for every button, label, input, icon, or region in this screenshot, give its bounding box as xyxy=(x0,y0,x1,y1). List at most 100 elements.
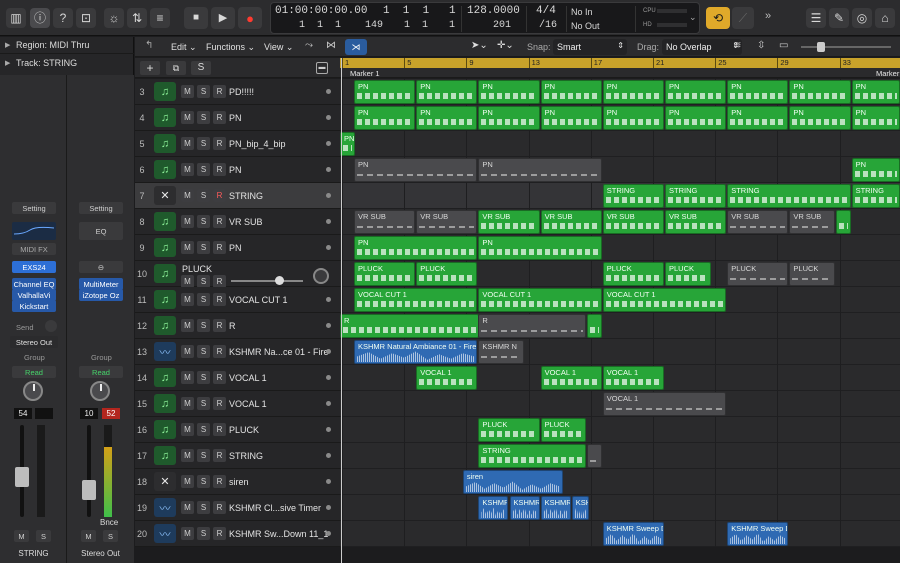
send-knob[interactable] xyxy=(45,320,57,332)
plugin-slot-3[interactable]: Kickstart xyxy=(12,300,56,312)
midi-region[interactable]: R xyxy=(340,314,479,338)
midi-region[interactable]: R xyxy=(478,314,587,338)
solo-button[interactable]: S xyxy=(103,530,118,542)
midi-region[interactable]: PN xyxy=(478,236,602,260)
solo-button[interactable]: S xyxy=(197,137,210,150)
track-header-row[interactable]: 17 ♫ M S R STRING xyxy=(135,443,340,469)
midi-note-icon[interactable]: ♫ xyxy=(154,394,176,413)
midi-region[interactable]: PN xyxy=(340,132,355,156)
record-enable-button[interactable]: R xyxy=(213,397,226,410)
back-arrow-icon[interactable]: ↰ xyxy=(145,40,153,51)
midi-region[interactable]: PN xyxy=(602,106,664,130)
audio-region[interactable]: siren xyxy=(462,470,563,494)
mute-button[interactable]: M xyxy=(181,345,194,358)
midi-region[interactable]: VR SUB xyxy=(602,210,664,234)
track-lane[interactable] xyxy=(340,417,900,443)
solo-button[interactable]: S xyxy=(197,397,210,410)
automation-icon[interactable]: ⤳ xyxy=(305,40,313,51)
record-button[interactable]: ● xyxy=(238,7,262,29)
editors-icon[interactable]: ≡ xyxy=(150,8,170,28)
midi-region[interactable] xyxy=(587,314,602,338)
midi-region[interactable]: PN xyxy=(354,106,416,130)
browser-icon[interactable]: ⌂ xyxy=(875,8,895,28)
record-enable-button[interactable]: R xyxy=(213,215,226,228)
midi-region[interactable]: PN xyxy=(851,158,900,182)
global-solo-button[interactable]: S xyxy=(191,61,211,75)
midi-note-icon[interactable]: ♫ xyxy=(154,420,176,439)
marker-1[interactable]: Marker 1 xyxy=(350,69,380,78)
automation-mode[interactable]: Read xyxy=(79,366,123,378)
midi-region[interactable]: PN xyxy=(602,80,664,104)
midi-region[interactable]: PLUCK xyxy=(602,262,664,286)
record-enable-button[interactable]: R xyxy=(213,137,226,150)
mute-button[interactable]: M xyxy=(181,189,194,202)
inspector-icon[interactable]: ⓘ xyxy=(30,8,50,28)
toolbar-icon[interactable]: ⊡ xyxy=(76,8,96,28)
track-lane[interactable] xyxy=(340,469,900,495)
marker-2[interactable]: Marker xyxy=(876,69,899,78)
audio-region[interactable]: KSHMR xyxy=(478,496,509,520)
midi-note-icon[interactable]: ♫ xyxy=(154,290,176,309)
midi-region[interactable]: VR SUB xyxy=(478,210,540,234)
mute-button[interactable]: M xyxy=(14,530,29,542)
midi-region[interactable]: PN xyxy=(727,106,789,130)
track-header[interactable]: ▶ Track: STRING xyxy=(0,58,134,72)
record-enable-button[interactable]: R xyxy=(213,423,226,436)
setting-button[interactable]: Setting xyxy=(12,202,56,214)
midi-region[interactable]: PN xyxy=(851,106,900,130)
automation-mode[interactable]: Read xyxy=(12,366,56,378)
track-name[interactable]: R xyxy=(229,313,236,338)
volume-readout[interactable]: 10 xyxy=(80,408,98,419)
track-pan-knob[interactable] xyxy=(313,268,329,284)
midi-note-icon[interactable]: ♫ xyxy=(154,108,176,127)
waveform-zoom-icon[interactable]: ≋ xyxy=(733,40,741,51)
track-lane[interactable] xyxy=(340,495,900,521)
track-name[interactable]: KSHMR Na...ce 01 - Fire xyxy=(229,339,329,364)
track-height-icon[interactable]: ▭ xyxy=(779,40,788,51)
plugin-slot-2[interactable]: iZotope Oz xyxy=(79,289,123,301)
track-name[interactable]: siren xyxy=(229,469,249,494)
midi-note-icon[interactable]: ♫ xyxy=(154,446,176,465)
volume-readout[interactable]: 54 xyxy=(14,408,32,419)
midi-region[interactable]: PN xyxy=(540,106,602,130)
solo-button[interactable]: S xyxy=(197,319,210,332)
mixer-icon[interactable]: ⇅ xyxy=(127,8,147,28)
zoom-slider-thumb[interactable] xyxy=(817,42,825,52)
midi-region[interactable]: PN xyxy=(540,80,602,104)
track-name[interactable]: KSHMR Cl...sive Timer xyxy=(229,495,321,520)
midi-region[interactable]: PLUCK xyxy=(789,262,836,286)
midi-region[interactable]: PN xyxy=(478,80,540,104)
midi-region[interactable]: STRING xyxy=(602,184,664,208)
record-enable-button[interactable]: R xyxy=(213,241,226,254)
audio-region[interactable]: KSHMR Natural Ambiance 01 - Fire xyxy=(354,340,478,364)
audio-region[interactable]: KSHMR xyxy=(509,496,540,520)
send-label[interactable]: Send xyxy=(16,323,34,332)
midi-region[interactable]: PN xyxy=(416,106,478,130)
mute-button[interactable]: M xyxy=(181,475,194,488)
audio-region[interactable]: KSHMR Sweep Do xyxy=(727,522,789,546)
catch-icon[interactable]: ⋊ xyxy=(345,39,367,55)
view-menu[interactable]: View ⌄ xyxy=(264,42,293,53)
note-pads-icon[interactable]: ✎ xyxy=(829,8,849,28)
global-tracks-icon[interactable]: ▬ xyxy=(316,62,328,74)
track-header-row[interactable]: 11 ♫ M S R VOCAL CUT 1 xyxy=(135,287,340,313)
track-name[interactable]: PLUCK xyxy=(229,417,259,442)
quick-help-icon[interactable]: ? xyxy=(53,8,73,28)
loop-browser-icon[interactable]: ◎ xyxy=(852,8,872,28)
ruler[interactable]: 1 5 9 13 17 21 25 29 33 Marker 1 Marker xyxy=(340,58,900,78)
mute-button[interactable]: M xyxy=(181,319,194,332)
edit-menu[interactable]: Edit ⌄ xyxy=(171,42,197,53)
track-name[interactable]: PN_bip_4_bip xyxy=(229,131,286,156)
record-enable-button[interactable]: R xyxy=(213,501,226,514)
track-name[interactable]: PLUCK xyxy=(182,262,212,276)
solo-button[interactable]: S xyxy=(197,189,210,202)
record-enable-button[interactable]: R xyxy=(213,371,226,384)
pan-knob[interactable] xyxy=(23,381,43,401)
secondary-tool-icon[interactable]: ✛⌄ xyxy=(497,40,514,51)
midi-fx-slot[interactable]: MIDI FX xyxy=(12,243,56,255)
track-lane[interactable] xyxy=(340,443,900,469)
midi-note-icon[interactable]: ♫ xyxy=(154,82,176,101)
solo-button[interactable]: S xyxy=(197,423,210,436)
mute-button[interactable]: M xyxy=(181,163,194,176)
record-enable-button[interactable]: R xyxy=(213,293,226,306)
